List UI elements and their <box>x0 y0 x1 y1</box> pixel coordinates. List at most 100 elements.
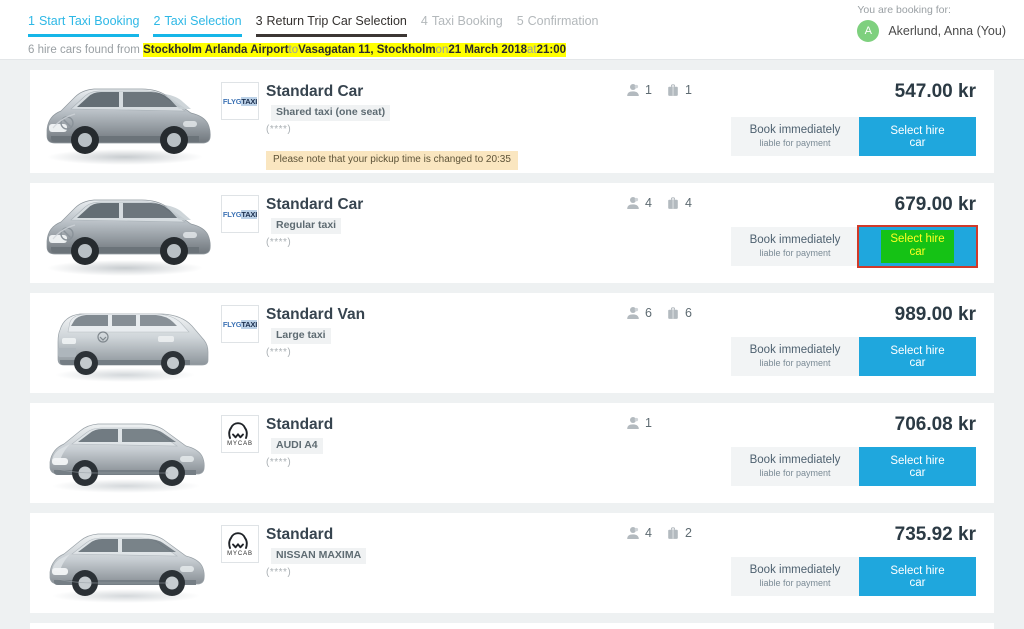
car-subtitle: Shared taxi (one seat) <box>271 105 391 121</box>
car-price: 706.08 kr <box>894 414 976 435</box>
price-and-actions: 679.00 kr Book immediately liable for pa… <box>731 183 994 283</box>
liable-for-payment-label: liable for payment <box>759 468 831 478</box>
passenger-capacity: 6 <box>626 306 652 320</box>
supplier-logo-wrap: MYCAB <box>220 403 260 503</box>
book-immediately-note[interactable]: Book immediately liable for payment <box>731 557 859 596</box>
supplier-logo-wrap: FLYGTAXI <box>220 183 260 283</box>
select-hire-car-label: Select hire car <box>890 344 945 369</box>
select-hire-car-button[interactable]: Select hire car <box>859 337 976 376</box>
step-2[interactable]: 2 Taxi Selection <box>153 14 242 37</box>
card-actions: Book immediately liable for payment Sele… <box>731 447 976 486</box>
supplier-logo-wrap: MYCAB <box>220 623 260 629</box>
hire-car-card[interactable]: FLYGTAXI Standard Van Large taxi (****) … <box>30 293 994 393</box>
car-description: Standard Car Regular taxi (****) <box>260 183 626 283</box>
summary-destination: Vasagatan 11, Stockholm <box>298 43 436 57</box>
supplier-logo-box: FLYGTAXI <box>221 305 259 343</box>
book-immediately-note[interactable]: Book immediately liable for payment <box>731 447 859 486</box>
car-subtitle: NISSAN MAXIMA <box>271 548 367 564</box>
select-hire-car-button[interactable]: Select hire car <box>859 557 976 596</box>
liable-for-payment-label: liable for payment <box>759 138 831 148</box>
book-immediately-note[interactable]: Book immediately liable for payment <box>731 117 859 156</box>
luggage-capacity: 1 <box>666 83 692 97</box>
luggage-capacity: 2 <box>666 526 692 540</box>
passenger-count: 6 <box>645 306 652 320</box>
hire-car-card[interactable]: FLYGTAXI Standard Car Shared taxi (one s… <box>30 70 994 173</box>
book-immediately-label: Book immediately <box>749 124 841 136</box>
car-price: 989.00 kr <box>894 304 976 325</box>
capacity-group: 6 6 <box>626 293 744 393</box>
luggage-count: 1 <box>684 83 692 97</box>
passenger-count: 1 <box>645 83 652 97</box>
select-hire-car-label: Select hire car <box>890 124 945 149</box>
vehicle-image <box>30 403 220 503</box>
passenger-count: 4 <box>645 196 652 210</box>
luggage-count: 6 <box>684 306 692 320</box>
luggage-capacity: 6 <box>666 306 692 320</box>
capacity-group <box>626 623 744 629</box>
select-hire-car-button[interactable]: Select hire car <box>857 225 978 268</box>
vehicle-image <box>30 623 220 629</box>
step-number: 4 <box>420 14 428 28</box>
price-and-actions: 547.00 kr Book immediately liable for pa… <box>731 70 994 173</box>
step-number: 1 <box>28 14 35 28</box>
summary-time: 21:00 <box>536 43 566 57</box>
price-and-actions: 706.08 kr Book immediately liable for pa… <box>731 403 994 503</box>
summary-origin: Stockholm Arlanda Airport <box>143 43 289 57</box>
hire-car-card[interactable]: FLYGTAXI Standard Car Regular taxi (****… <box>30 183 994 283</box>
car-title: Standard Van <box>266 305 626 324</box>
supplier-logo-wrap: FLYGTAXI <box>220 70 260 173</box>
sedan-image <box>49 423 205 493</box>
flygtaxi-logo: FLYGTAXI <box>222 319 258 329</box>
car-description: Standard NISSAN MAXIMA (****) <box>260 513 626 613</box>
car-rating: (****) <box>266 567 292 578</box>
hire-car-card[interactable]: MYCAB <box>30 623 994 629</box>
book-immediately-label: Book immediately <box>749 344 841 356</box>
summary-count: 6 hire cars found from <box>28 44 140 56</box>
supplier-logo-wrap: FLYGTAXI <box>220 293 260 393</box>
price-and-actions: 989.00 kr Book immediately liable for pa… <box>731 293 994 393</box>
flygtaxi-logo: FLYGTAXI <box>222 209 258 219</box>
book-immediately-note[interactable]: Book immediately liable for payment <box>731 227 859 266</box>
passenger-capacity: 1 <box>626 83 652 97</box>
select-hire-car-button[interactable]: Select hire car <box>859 117 976 156</box>
car-description: Standard Van Large taxi (****) <box>260 293 626 393</box>
supplier-logo-box: MYCAB <box>221 525 259 563</box>
car-rating: (****) <box>266 237 292 248</box>
book-immediately-label: Book immediately <box>749 564 841 576</box>
hire-car-results-list: FLYGTAXI Standard Car Shared taxi (one s… <box>0 60 1024 629</box>
step-4[interactable]: 4 Taxi Booking <box>421 14 503 37</box>
booking-step-nav: 1 Start Taxi Booking 2 Taxi Selection 3 Retur… <box>28 14 613 37</box>
capacity-group: 4 2 <box>626 513 744 613</box>
step-label: Taxi Booking <box>431 14 503 28</box>
book-immediately-note[interactable]: Book immediately liable for payment <box>731 337 859 376</box>
hire-car-card[interactable]: MYCAB Standard NISSAN MAXIMA (****) 4 2 … <box>30 513 994 613</box>
booking-for-widget[interactable]: You are booking for: A Akerlund, Anna (Y… <box>857 4 1006 42</box>
luggage-icon <box>668 197 678 209</box>
step-3[interactable]: 3 Return Trip Car Selection <box>255 14 407 37</box>
pickup-time-notice: Please note that your pickup time is cha… <box>266 151 518 170</box>
liable-for-payment-label: liable for payment <box>759 578 831 588</box>
hire-car-card[interactable]: MYCAB Standard AUDI A4 (****) 1 706.08 k… <box>30 403 994 503</box>
vehicle-image <box>30 293 220 393</box>
supplier-logo-box: FLYGTAXI <box>221 195 259 233</box>
car-title: Standard Car <box>266 82 626 101</box>
car-title-text: Standard Car <box>266 196 364 213</box>
car-rating: (****) <box>266 124 292 135</box>
liable-for-payment-label: liable for payment <box>759 248 831 258</box>
car-title-text: Standard <box>266 416 334 433</box>
step-5[interactable]: 5 Confirmation <box>517 14 599 37</box>
luggage-icon <box>668 527 678 539</box>
car-description: Standard Car Shared taxi (one seat) (***… <box>260 70 626 173</box>
car-price: 679.00 kr <box>894 194 976 215</box>
price-and-actions <box>744 623 994 629</box>
select-hire-car-button[interactable]: Select hire car <box>859 447 976 486</box>
step-1[interactable]: 1 Start Taxi Booking <box>28 14 140 37</box>
van-image <box>55 313 209 382</box>
car-subtitle: AUDI A4 <box>271 438 323 454</box>
car-title-text: Standard Car <box>266 83 364 100</box>
wagon-image <box>46 88 211 165</box>
step-number: 2 <box>153 14 161 28</box>
car-title-text: Standard <box>266 526 334 543</box>
passenger-icon <box>627 307 639 319</box>
capacity-group: 4 4 <box>626 183 744 283</box>
